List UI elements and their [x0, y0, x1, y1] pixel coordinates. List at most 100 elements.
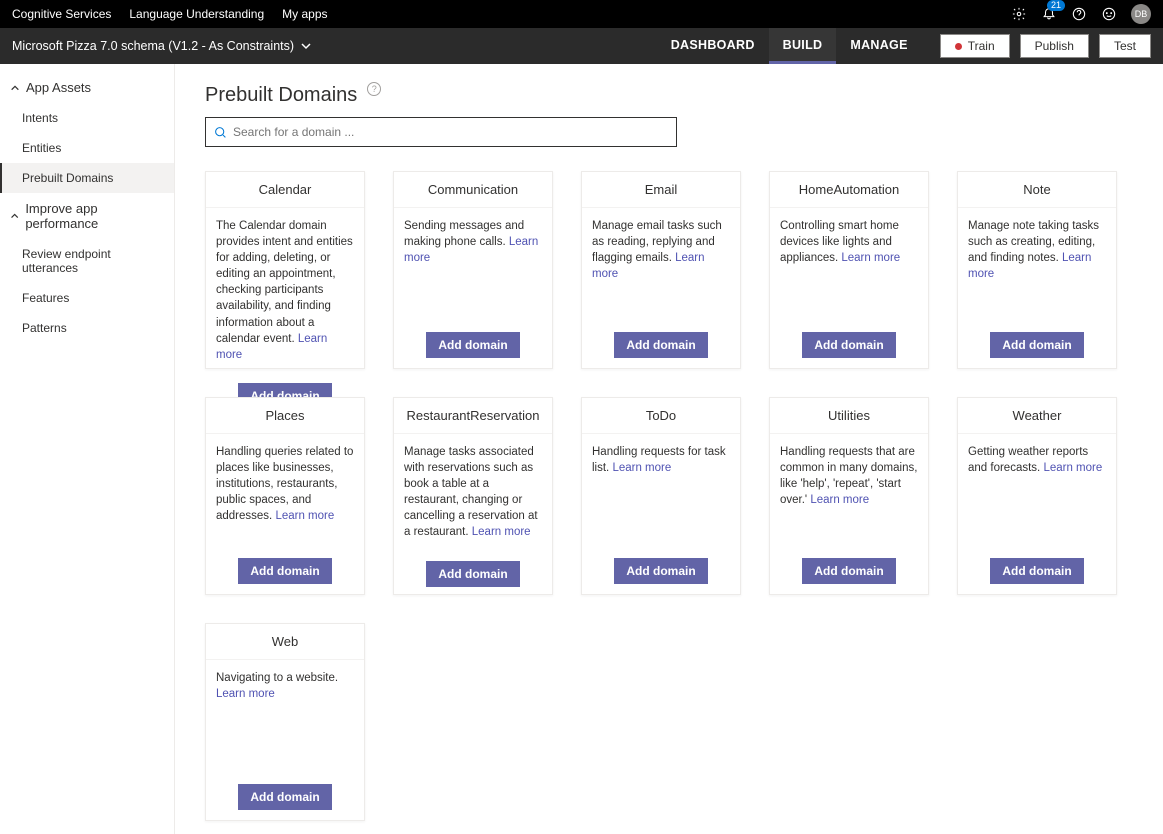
- domain-card-title: RestaurantReservation: [394, 398, 552, 434]
- domain-card: WeatherGetting weather reports and forec…: [957, 397, 1117, 595]
- action-buttons: Train Publish Test: [940, 34, 1151, 58]
- status-dot-icon: [955, 43, 962, 50]
- domain-card-description: The Calendar domain provides intent and …: [206, 208, 364, 373]
- learn-more-link[interactable]: Learn more: [841, 252, 900, 264]
- domain-card: RestaurantReservationManage tasks associ…: [393, 397, 553, 595]
- domain-card-description: Manage note taking tasks such as creatin…: [958, 208, 1116, 322]
- sidebar-item-patterns[interactable]: Patterns: [0, 313, 174, 343]
- avatar[interactable]: DB: [1131, 4, 1151, 24]
- add-domain-button[interactable]: Add domain: [802, 558, 895, 584]
- add-domain-button[interactable]: Add domain: [238, 558, 331, 584]
- notification-count: 21: [1047, 0, 1065, 11]
- domain-card-title: Places: [206, 398, 364, 434]
- domain-card: HomeAutomationControlling smart home dev…: [769, 171, 929, 369]
- domain-card-title: Communication: [394, 172, 552, 208]
- page-title: Prebuilt Domains ?: [205, 84, 1133, 107]
- domain-card: PlacesHandling queries related to places…: [205, 397, 365, 595]
- tab-manage[interactable]: MANAGE: [836, 28, 921, 64]
- sidebar-header-app-assets[interactable]: App Assets: [0, 72, 174, 103]
- feedback-icon[interactable]: [1101, 6, 1117, 22]
- sidebar-item-features[interactable]: Features: [0, 283, 174, 313]
- domain-card: UtilitiesHandling requests that are comm…: [769, 397, 929, 595]
- learn-more-link[interactable]: Learn more: [275, 510, 334, 522]
- chevron-up-icon: [10, 83, 20, 93]
- tab-dashboard[interactable]: DASHBOARD: [657, 28, 769, 64]
- add-domain-button[interactable]: Add domain: [990, 332, 1083, 358]
- domain-card-description: Manage email tasks such as reading, repl…: [582, 208, 740, 322]
- publish-button[interactable]: Publish: [1020, 34, 1089, 58]
- domain-card-title: Web: [206, 624, 364, 660]
- main: App Assets Intents Entities Prebuilt Dom…: [0, 64, 1163, 834]
- search-box[interactable]: [205, 117, 677, 147]
- sidebar-item-intents[interactable]: Intents: [0, 103, 174, 133]
- chevron-up-icon: [10, 211, 19, 221]
- sidebar-header-improve[interactable]: Improve app performance: [0, 193, 174, 239]
- domain-card-title: Email: [582, 172, 740, 208]
- schema-dropdown[interactable]: Microsoft Pizza 7.0 schema (V1.2 - As Co…: [12, 39, 312, 53]
- add-domain-button[interactable]: Add domain: [990, 558, 1083, 584]
- learn-more-link[interactable]: Learn more: [968, 252, 1091, 280]
- content: Prebuilt Domains ? CalendarThe Calendar …: [175, 64, 1163, 834]
- add-domain-button[interactable]: Add domain: [238, 784, 331, 810]
- breadcrumb-link[interactable]: Cognitive Services: [12, 7, 111, 21]
- learn-more-link[interactable]: Learn more: [472, 526, 531, 538]
- nav-tabs: DASHBOARD BUILD MANAGE: [657, 28, 922, 64]
- domain-card: NoteManage note taking tasks such as cre…: [957, 171, 1117, 369]
- search-input[interactable]: [233, 125, 668, 139]
- domain-card-title: Calendar: [206, 172, 364, 208]
- help-tooltip-icon[interactable]: ?: [367, 82, 381, 96]
- add-domain-button[interactable]: Add domain: [426, 332, 519, 358]
- domain-card-footer: Add domain: [958, 322, 1116, 368]
- domain-card-title: Utilities: [770, 398, 928, 434]
- learn-more-link[interactable]: Learn more: [592, 252, 705, 280]
- tab-build[interactable]: BUILD: [769, 28, 837, 64]
- schema-label: Microsoft Pizza 7.0 schema (V1.2 - As Co…: [12, 39, 294, 53]
- domain-grid: CalendarThe Calendar domain provides int…: [205, 171, 1133, 821]
- search-icon: [214, 126, 227, 139]
- domain-card-description: Manage tasks associated with reservation…: [394, 434, 552, 551]
- learn-more-link[interactable]: Learn more: [1043, 462, 1102, 474]
- learn-more-link[interactable]: Learn more: [810, 494, 869, 506]
- domain-card-footer: Add domain: [958, 548, 1116, 594]
- help-icon[interactable]: [1071, 6, 1087, 22]
- learn-more-link[interactable]: Learn more: [404, 236, 538, 264]
- bell-icon[interactable]: 21: [1041, 6, 1057, 22]
- domain-card: CommunicationSending messages and making…: [393, 171, 553, 369]
- domain-card-title: Note: [958, 172, 1116, 208]
- domain-card-description: Navigating to a website. Learn more: [206, 660, 364, 774]
- test-button[interactable]: Test: [1099, 34, 1151, 58]
- add-domain-button[interactable]: Add domain: [614, 558, 707, 584]
- add-domain-button[interactable]: Add domain: [802, 332, 895, 358]
- chevron-down-icon: [300, 40, 312, 52]
- topbar: Cognitive Services Language Understandin…: [0, 0, 1163, 28]
- learn-more-link[interactable]: Learn more: [612, 462, 671, 474]
- breadcrumb: Cognitive Services Language Understandin…: [12, 7, 328, 21]
- gear-icon[interactable]: [1011, 6, 1027, 22]
- domain-card-description: Handling requests that are common in man…: [770, 434, 928, 548]
- subbar: Microsoft Pizza 7.0 schema (V1.2 - As Co…: [0, 28, 1163, 64]
- topbar-actions: 21 DB: [1011, 4, 1151, 24]
- sidebar-item-entities[interactable]: Entities: [0, 133, 174, 163]
- domain-card-footer: Add domain: [582, 548, 740, 594]
- breadcrumb-link[interactable]: My apps: [282, 7, 327, 21]
- domain-card: CalendarThe Calendar domain provides int…: [205, 171, 365, 369]
- domain-card: ToDoHandling requests for task list. Lea…: [581, 397, 741, 595]
- add-domain-button[interactable]: Add domain: [426, 561, 519, 587]
- domain-card-footer: Add domain: [206, 774, 364, 820]
- breadcrumb-link[interactable]: Language Understanding: [129, 7, 264, 21]
- add-domain-button[interactable]: Add domain: [614, 332, 707, 358]
- domain-card-footer: Add domain: [394, 322, 552, 368]
- sidebar-item-review-utterances[interactable]: Review endpoint utterances: [0, 239, 174, 283]
- sidebar-item-prebuilt-domains[interactable]: Prebuilt Domains: [0, 163, 174, 193]
- domain-card: EmailManage email tasks such as reading,…: [581, 171, 741, 369]
- learn-more-link[interactable]: Learn more: [216, 688, 275, 700]
- domain-card-footer: Add domain: [394, 551, 552, 597]
- domain-card-title: Weather: [958, 398, 1116, 434]
- sidebar: App Assets Intents Entities Prebuilt Dom…: [0, 64, 175, 834]
- domain-card-description: Handling queries related to places like …: [206, 434, 364, 548]
- domain-card-description: Getting weather reports and forecasts. L…: [958, 434, 1116, 548]
- domain-card-description: Handling requests for task list. Learn m…: [582, 434, 740, 548]
- learn-more-link[interactable]: Learn more: [216, 333, 327, 361]
- train-button[interactable]: Train: [940, 34, 1010, 58]
- domain-card-footer: Add domain: [770, 322, 928, 368]
